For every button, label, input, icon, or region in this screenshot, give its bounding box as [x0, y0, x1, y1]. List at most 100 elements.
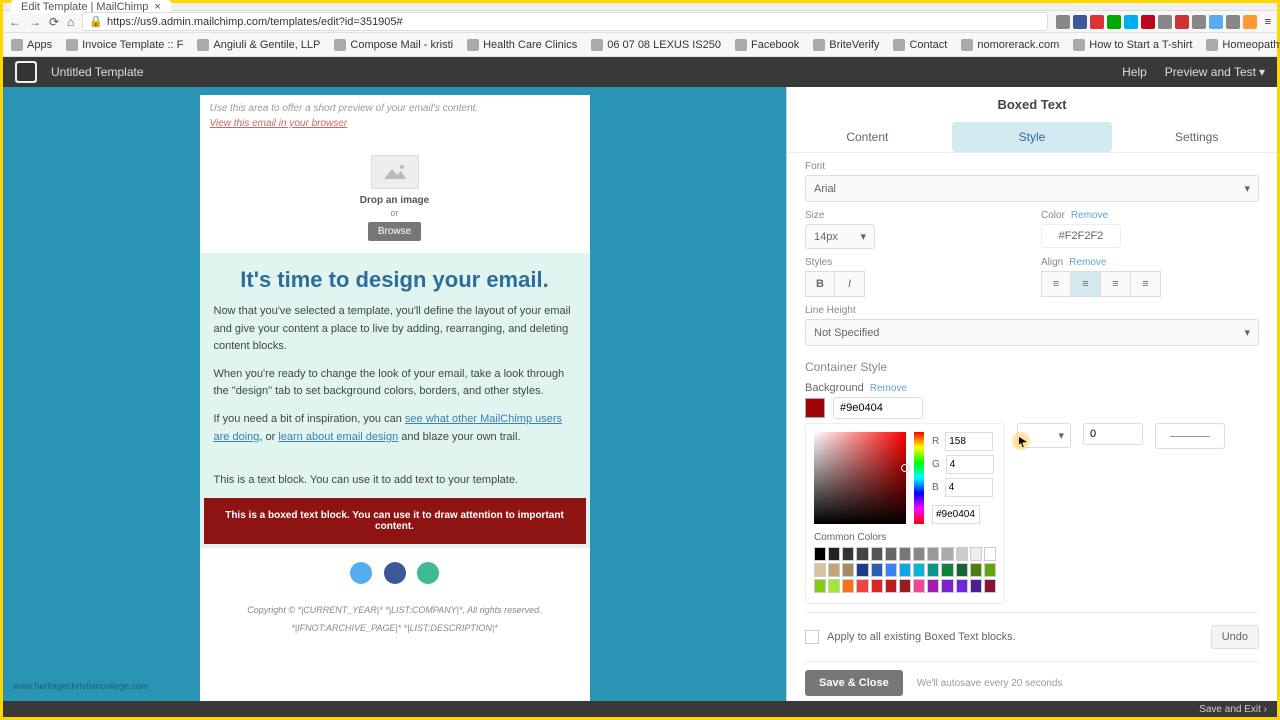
align-justify-button[interactable]: ≡ [1131, 271, 1161, 297]
tab-content[interactable]: Content [787, 122, 948, 152]
facebook-icon[interactable] [384, 562, 406, 584]
preview-test-menu[interactable]: Preview and Test ▾ [1165, 65, 1265, 79]
color-swatch[interactable] [885, 579, 897, 593]
color-swatch[interactable] [956, 579, 968, 593]
color-remove-link[interactable]: Remove [1071, 210, 1108, 221]
align-left-button[interactable]: ≡ [1041, 271, 1071, 297]
link-icon[interactable] [417, 562, 439, 584]
color-swatch[interactable] [814, 579, 826, 593]
email-canvas[interactable]: Use this area to offer a short preview o… [200, 95, 590, 701]
color-swatch[interactable] [871, 579, 883, 593]
background-hex-input[interactable] [833, 397, 923, 419]
help-link[interactable]: Help [1122, 65, 1147, 79]
bold-button[interactable]: B [805, 271, 835, 297]
color-swatch[interactable] [941, 563, 953, 577]
bookmark-item[interactable]: Facebook [735, 39, 799, 51]
color-swatch[interactable] [842, 579, 854, 593]
g-input[interactable] [946, 455, 994, 474]
font-select[interactable]: Arial▾ [805, 175, 1259, 202]
hue-slider[interactable] [914, 432, 924, 524]
bookmark-item[interactable]: How to Start a T-shirt [1073, 39, 1192, 51]
color-swatch[interactable] [856, 547, 868, 561]
ext-icon[interactable] [1056, 15, 1070, 29]
background-remove-link[interactable]: Remove [870, 383, 907, 394]
back-icon[interactable]: ← [9, 15, 21, 29]
url-field[interactable]: 🔒https://us9.admin.mailchimp.com/templat… [82, 12, 1047, 31]
color-swatch[interactable] [814, 547, 826, 561]
align-right-button[interactable]: ≡ [1101, 271, 1131, 297]
line-height-select[interactable]: Not Specified▾ [805, 319, 1259, 346]
align-remove-link[interactable]: Remove [1069, 257, 1106, 268]
bookmark-item[interactable]: Contact [893, 39, 947, 51]
color-swatch[interactable] [885, 563, 897, 577]
color-swatch[interactable] [842, 547, 854, 561]
color-swatch[interactable] [899, 563, 911, 577]
color-swatch[interactable] [984, 547, 996, 561]
save-and-exit-link[interactable]: Save and Exit › [1199, 704, 1267, 715]
image-drop-block[interactable]: Drop an image or Browse [200, 137, 590, 253]
border-width-input[interactable] [1083, 423, 1143, 445]
twitter-icon[interactable] [350, 562, 372, 584]
b-input[interactable] [945, 478, 993, 497]
color-swatch[interactable] [970, 547, 982, 561]
bookmark-item[interactable]: Angiuli & Gentile, LLP [197, 39, 320, 51]
color-swatch[interactable] [941, 579, 953, 593]
boxed-text-block[interactable]: This is a boxed text block. You can use … [204, 498, 586, 544]
color-swatch[interactable] [913, 563, 925, 577]
color-swatch[interactable] [871, 547, 883, 561]
border-style-preview[interactable] [1155, 423, 1225, 449]
color-swatch[interactable] [828, 579, 840, 593]
color-swatch[interactable] [828, 563, 840, 577]
bookmark-item[interactable]: Health Care Clinics [467, 39, 577, 51]
text-block[interactable]: This is a text block. You can use it to … [200, 474, 590, 498]
apply-all-checkbox[interactable] [805, 630, 819, 644]
r-input[interactable] [945, 432, 993, 451]
align-center-button[interactable]: ≡ [1071, 271, 1101, 297]
close-tab-icon[interactable]: × [154, 1, 160, 13]
color-swatch[interactable] [814, 563, 826, 577]
saturation-value-box[interactable] [814, 432, 906, 524]
border-side-select[interactable]: ▾ [1017, 423, 1071, 448]
bookmark-item[interactable]: nomorerack.com [961, 39, 1059, 51]
size-select[interactable]: 14px▾ [805, 224, 875, 249]
preheader-text[interactable]: Use this area to offer a short preview o… [200, 95, 590, 118]
color-swatch[interactable] [984, 563, 996, 577]
bookmark-item[interactable]: 06 07 08 LEXUS IS250 [591, 39, 721, 51]
color-swatch[interactable] [913, 579, 925, 593]
color-swatch[interactable] [927, 547, 939, 561]
color-swatch[interactable] [871, 563, 883, 577]
bookmark-item[interactable]: Homeopathy Remedi [1206, 39, 1280, 51]
bookmark-item[interactable]: BriteVerify [813, 39, 879, 51]
bookmark-item[interactable]: Invoice Template :: F [66, 39, 183, 51]
menu-icon[interactable]: ≡ [1265, 16, 1271, 28]
color-swatch[interactable] [927, 579, 939, 593]
save-close-button[interactable]: Save & Close [805, 670, 903, 696]
color-swatch[interactable] [856, 579, 868, 593]
tab-style[interactable]: Style [952, 122, 1113, 152]
color-swatch[interactable] [970, 579, 982, 593]
color-swatch[interactable] [899, 579, 911, 593]
background-swatch[interactable] [805, 398, 825, 418]
hex-input[interactable] [932, 505, 980, 524]
color-swatch[interactable] [970, 563, 982, 577]
mailchimp-logo[interactable] [15, 61, 37, 83]
text-color-value[interactable]: #F2F2F2 [1041, 224, 1121, 248]
color-swatch[interactable] [927, 563, 939, 577]
reload-icon[interactable]: ⟳ [49, 15, 59, 29]
italic-button[interactable]: I [835, 271, 865, 297]
color-swatch[interactable] [885, 547, 897, 561]
color-swatch[interactable] [842, 563, 854, 577]
inspiration-link-2[interactable]: learn about email design [278, 431, 398, 443]
tab-settings[interactable]: Settings [1116, 122, 1277, 152]
color-swatch[interactable] [899, 547, 911, 561]
hero-block[interactable]: It's time to design your email. Now that… [200, 253, 590, 474]
color-swatch[interactable] [913, 547, 925, 561]
view-in-browser-link[interactable]: View this email in your browser [200, 118, 590, 137]
color-swatch[interactable] [956, 547, 968, 561]
color-picker[interactable]: R G B Common Colors [805, 423, 1005, 604]
bookmark-item[interactable]: Compose Mail - kristi [334, 39, 453, 51]
color-swatch[interactable] [941, 547, 953, 561]
forward-icon[interactable]: → [29, 15, 41, 29]
browse-button[interactable]: Browse [368, 222, 421, 241]
home-icon[interactable]: ⌂ [67, 15, 74, 29]
